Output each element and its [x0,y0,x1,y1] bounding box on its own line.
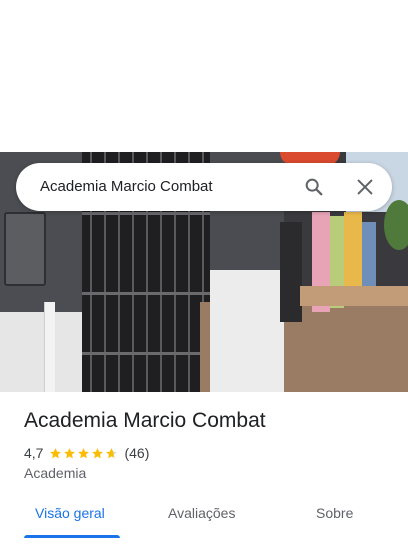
place-title: Academia Marcio Combat [24,409,266,432]
search-icon[interactable] [303,176,325,198]
photo-pillar-base [210,270,284,392]
place-category[interactable]: Academia [24,465,86,481]
search-bar[interactable]: Academia Marcio Combat [16,163,392,211]
review-count[interactable]: (46) [124,445,149,461]
photo-curb [300,286,408,306]
star-icon [64,447,76,458]
tab-bar: Visão geral Avaliações Sobre [0,496,408,544]
star-icon [92,447,104,458]
star-rating [49,447,118,460]
photo-tree [384,200,408,250]
tab-about[interactable]: Sobre [316,505,353,521]
photo-door [280,222,302,322]
tab-overview[interactable]: Visão geral [35,505,105,521]
search-input[interactable]: Academia Marcio Combat [40,178,213,195]
photo-meter-box [4,212,46,286]
rating-row[interactable]: 4,7 (46) [24,444,149,462]
rating-value: 4,7 [24,445,44,461]
photo-shop [362,222,376,292]
star-icon [50,447,62,458]
tab-reviews[interactable]: Avaliações [168,505,235,521]
blank-header-area [0,0,408,152]
star-icon [78,447,90,458]
star-icon [106,447,118,458]
active-tab-indicator [24,535,120,538]
close-icon[interactable] [354,176,376,198]
photo-pipe [44,302,55,392]
